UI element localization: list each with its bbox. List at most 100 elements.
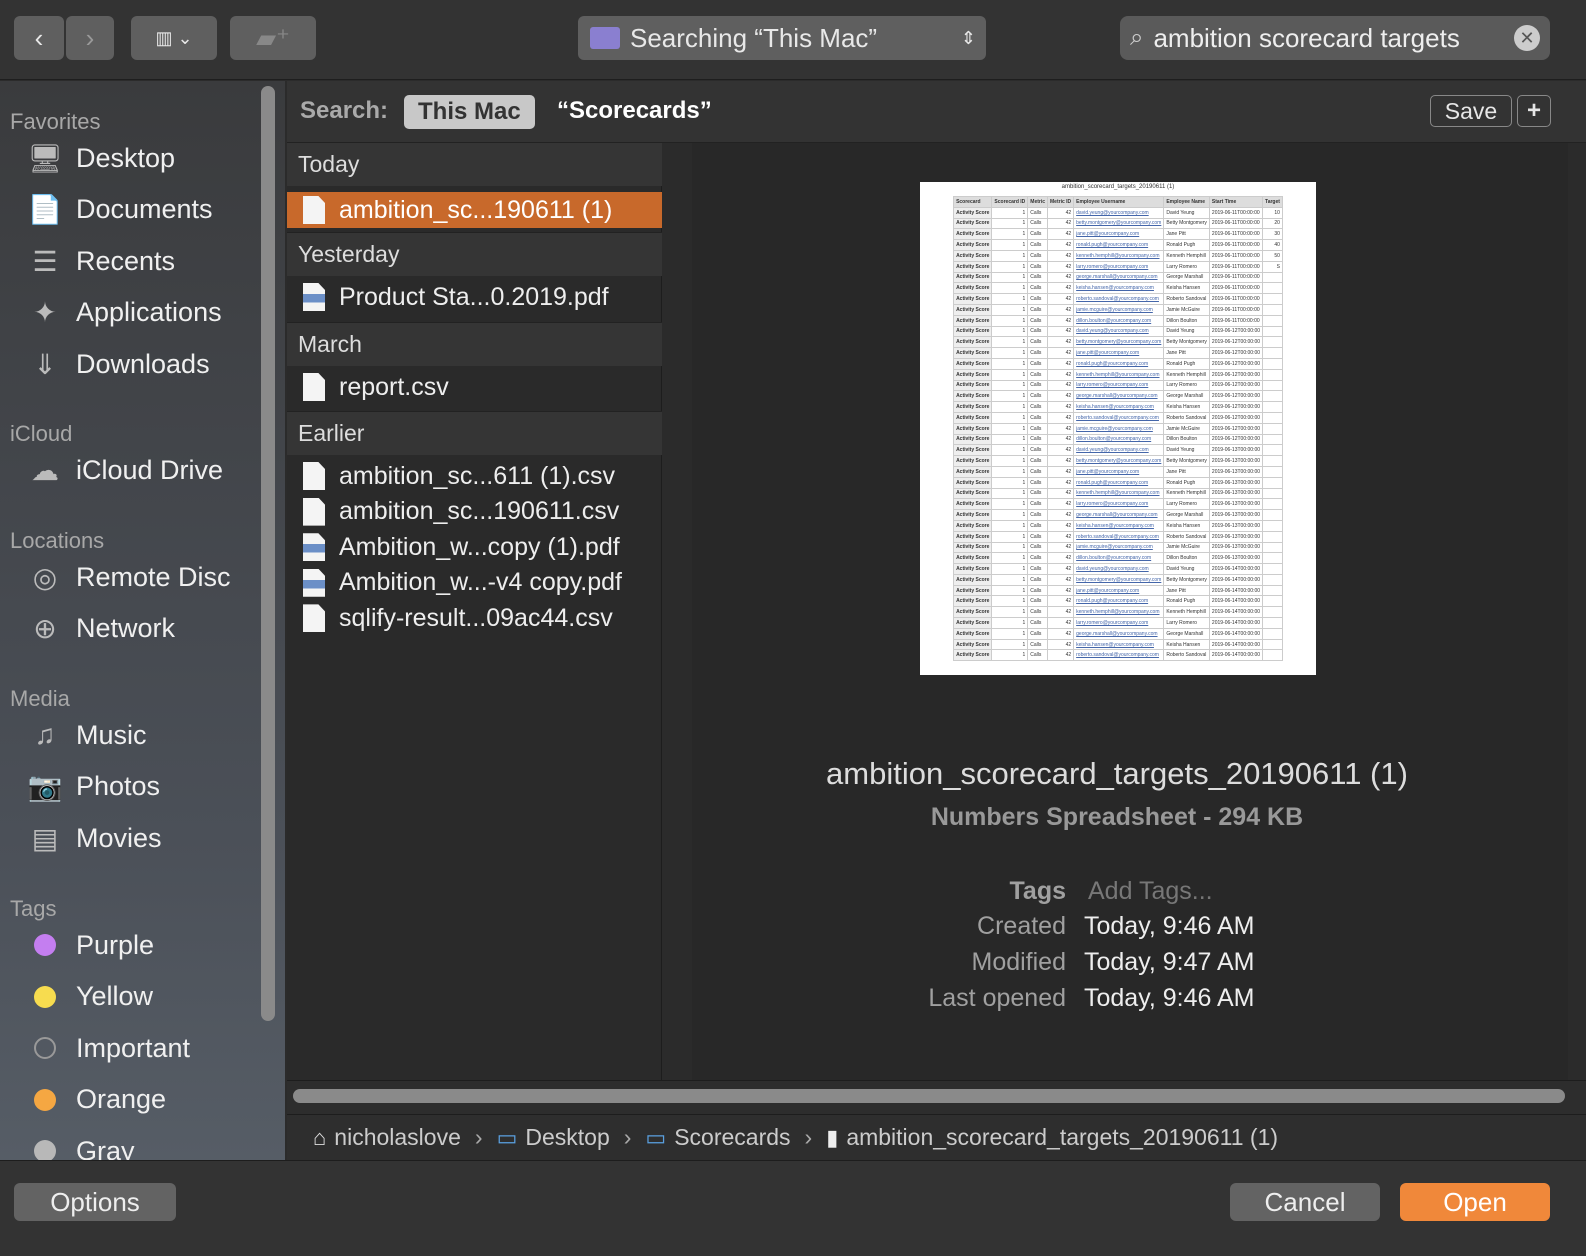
thumbnail-cell: 50 [1262, 249, 1283, 262]
sidebar-item-desktop[interactable]: 🖥 Desktop [26, 136, 175, 180]
thumbnail-cell: ronald.pugh@yourcompany.com [1073, 239, 1165, 251]
sidebar-item-orange[interactable]: Orange [26, 1078, 166, 1122]
new-folder-button[interactable]: ▰⁺ [230, 16, 316, 60]
sidebar-item-purple[interactable]: Purple [26, 923, 154, 967]
open-button[interactable]: Open [1400, 1183, 1550, 1221]
thumbnail-cell [1262, 617, 1283, 629]
thumbnail-cell [1262, 303, 1283, 316]
thumbnail-cell: 42 [1047, 325, 1075, 338]
sidebar-item-icloud-drive[interactable]: ☁ iCloud Drive [26, 448, 223, 492]
thumbnail-cell: 42 [1047, 249, 1075, 262]
thumbnail-cell: Activity Score [953, 649, 993, 662]
thumbnail-cell: 20 [1262, 217, 1283, 230]
bottom-bar: Options Cancel Open [0, 1160, 1586, 1256]
thumbnail-cell: 2019-06-13T00:00:00 [1208, 541, 1264, 554]
thumbnail-cell: 2019-06-13T00:00:00 [1208, 509, 1264, 521]
view-mode-button[interactable]: ▥ ⌄ [131, 16, 217, 60]
path-item[interactable]: nicholaslove [334, 1124, 461, 1151]
thumbnail-cell: 2019-06-14T00:00:00 [1208, 584, 1264, 597]
modified-value: Today, 9:47 AM [1084, 948, 1255, 976]
new-folder-icon: ▰⁺ [256, 22, 290, 53]
network-icon: ⊕ [33, 613, 57, 644]
forward-button[interactable]: › [66, 16, 114, 60]
file-name: Product Sta...0.2019.pdf [339, 282, 609, 311]
file-row[interactable]: ambition_sc...190611 (1) [287, 192, 662, 228]
created-label: Created [977, 912, 1066, 940]
thumbnail-cell: jane.pitt@yourcompany.com [1073, 228, 1165, 241]
thumbnail-cell: Calls [1027, 314, 1049, 327]
search-input[interactable]: ambition scorecard targets [1153, 23, 1504, 54]
thumbnail-cell [1262, 606, 1283, 619]
sidebar-item-photos[interactable]: 📷 Photos [26, 765, 161, 809]
sidebar-scrollbar[interactable] [261, 86, 275, 1021]
file-name: sqlify-result...09ac44.csv [339, 603, 613, 632]
save-search-button[interactable]: Save [1430, 95, 1512, 127]
thumbnail-cell: Calls [1027, 563, 1049, 575]
thumbnail-cell: 42 [1047, 487, 1075, 500]
scope-this-mac[interactable]: This Mac [404, 95, 535, 129]
file-row[interactable]: Ambition_w...-v4 copy.pdf [287, 565, 662, 601]
sidebar-item-documents[interactable]: 📄 Documents [26, 188, 213, 232]
thumbnail-row: Activity Score 1 Calls 42 kenneth.hemphill@y… [953, 487, 1283, 500]
search-scope-popup[interactable]: Searching “This Mac” ⇕ [578, 16, 986, 60]
thumbnail-cell: 1 [991, 563, 1029, 575]
cancel-button[interactable]: Cancel [1230, 1183, 1380, 1221]
sidebar-item-gray[interactable]: Gray [26, 1129, 135, 1160]
documents-icon: 📄 [27, 194, 63, 225]
clear-search-icon[interactable]: ✕ [1514, 25, 1540, 51]
thumbnail-cell: 42 [1047, 411, 1075, 424]
thumbnail-cell: 42 [1047, 401, 1075, 413]
path-item[interactable]: Desktop [525, 1124, 609, 1151]
back-button[interactable]: ‹ [14, 16, 64, 60]
sidebar-item-network[interactable]: ⊕ Network [26, 607, 175, 651]
thumbnail-cell [1262, 293, 1283, 305]
sidebar-item-remote-disc[interactable]: ◎ Remote Disc [26, 555, 231, 599]
thumbnail-cell: 42 [1047, 357, 1075, 370]
thumbnail-cell: 42 [1047, 314, 1075, 327]
thumbnail-row: Activity Score 1 Calls 42 jane.pitt@yourcomp… [953, 584, 1283, 597]
file-row[interactable]: sqlify-result...09ac44.csv [287, 600, 662, 636]
file-row[interactable]: Product Sta...0.2019.pdf [287, 279, 662, 315]
search-field[interactable]: ⌕ ambition scorecard targets ✕ [1120, 16, 1550, 60]
created-value: Today, 9:46 AM [1084, 912, 1255, 940]
sidebar-item-movies[interactable]: ▤ Movies [26, 816, 162, 860]
add-criteria-button[interactable]: + [1517, 95, 1551, 127]
path-item[interactable]: Scorecards [674, 1124, 790, 1151]
thumbnail-cell: 42 [1047, 455, 1075, 467]
thumbnail-cell: 42 [1047, 595, 1075, 608]
scope-scorecards[interactable]: “Scorecards” [557, 97, 712, 125]
chevron-right-icon: › [474, 1124, 483, 1150]
sidebar-item-applications[interactable]: ✦ Applications [26, 291, 221, 335]
thumbnail-cell: 2019-06-11T00:00:00 [1208, 217, 1264, 230]
file-row[interactable]: Ambition_w...copy (1).pdf [287, 529, 662, 565]
sidebar-item-music[interactable]: ♫ Music [26, 713, 147, 757]
path-item[interactable]: ambition_scorecard_targets_20190611 (1) [846, 1124, 1278, 1151]
add-tags-field[interactable]: Add Tags... [1088, 877, 1213, 906]
horizontal-scrollbar[interactable] [287, 1080, 1586, 1114]
thumbnail-cell: 1 [991, 584, 1029, 597]
thumbnail-cell: George Marshall [1163, 627, 1210, 640]
thumbnail-cell: 1 [991, 606, 1029, 619]
thumbnail-cell: 30 [1262, 228, 1283, 241]
thumbnail-cell: 1 [991, 627, 1029, 640]
file-row[interactable]: ambition_sc...190611.csv [287, 494, 662, 530]
sidebar-item-recents[interactable]: ☰ Recents [26, 239, 175, 283]
options-button[interactable]: Options [14, 1183, 176, 1221]
thumbnail-cell: Activity Score [953, 455, 993, 467]
thumbnail-cell: Calls [1027, 541, 1049, 554]
thumbnail-cell: Activity Score [953, 249, 993, 262]
thumbnail-cell: Calls [1027, 509, 1049, 521]
file-row[interactable]: ambition_sc...611 (1).csv [287, 458, 662, 494]
thumbnail-row: Activity Score 1 Calls 42 david.yeung@yourco… [953, 563, 1283, 575]
sidebar-item-yellow[interactable]: Yellow [26, 975, 153, 1019]
sidebar-item-downloads[interactable]: ⇓ Downloads [26, 342, 209, 386]
thumbnail-row: Activity Score 1 Calls 42 ronald.pugh@yourco… [953, 239, 1283, 251]
thumbnail-cell: Calls [1027, 606, 1049, 619]
sidebar-item-important[interactable]: Important [26, 1026, 190, 1070]
sidebar-section-favorites: Favorites [10, 109, 101, 134]
thumbnail-cell: Betty Montgomery [1163, 217, 1210, 230]
thumbnail-cell: Roberto Sandoval [1163, 649, 1210, 662]
thumbnail-cell: 2019-06-12T00:00:00 [1208, 422, 1264, 435]
file-row[interactable]: report.csv [287, 369, 662, 405]
thumbnail-row: Activity Score 1 Calls 42 ronald.pugh@yourco… [953, 595, 1283, 608]
